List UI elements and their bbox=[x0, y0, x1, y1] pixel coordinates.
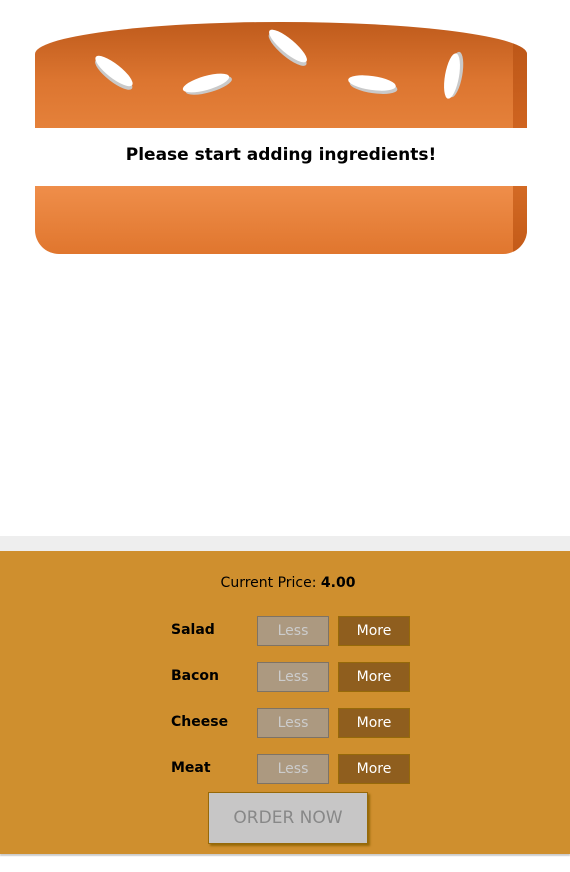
sesame-seed-icon bbox=[347, 72, 397, 94]
current-price-label: Current Price: bbox=[220, 575, 317, 591]
ingredient-label: Salad bbox=[171, 622, 215, 638]
order-now-button[interactable]: ORDER NOW bbox=[208, 792, 368, 844]
sesame-seed-icon bbox=[181, 69, 231, 97]
burger-preview: Please start adding ingredients! bbox=[0, 0, 570, 536]
more-bacon-button[interactable]: More bbox=[338, 662, 410, 692]
bread-top bbox=[35, 22, 527, 128]
ingredient-label: Cheese bbox=[171, 714, 229, 730]
current-price-value: 4.00 bbox=[320, 575, 356, 591]
sesame-seed-icon bbox=[441, 52, 463, 100]
burger-empty-message: Please start adding ingredients! bbox=[125, 145, 437, 165]
build-control-cheese: Cheese Less More bbox=[171, 708, 411, 738]
less-bacon-button[interactable]: Less bbox=[257, 662, 329, 692]
more-salad-button[interactable]: More bbox=[338, 616, 410, 646]
less-cheese-button[interactable]: Less bbox=[257, 708, 329, 738]
sesame-seed-icon bbox=[91, 51, 137, 91]
more-cheese-button[interactable]: More bbox=[338, 708, 410, 738]
build-controls: Current Price: 4.00 Salad Less More Baco… bbox=[0, 551, 570, 854]
section-divider bbox=[0, 536, 570, 551]
build-control-meat: Meat Less More bbox=[171, 754, 411, 784]
build-control-salad: Salad Less More bbox=[171, 616, 411, 646]
less-meat-button[interactable]: Less bbox=[257, 754, 329, 784]
more-meat-button[interactable]: More bbox=[338, 754, 410, 784]
bread-bottom bbox=[35, 186, 527, 254]
sesame-seed-icon bbox=[265, 25, 311, 67]
build-control-bacon: Bacon Less More bbox=[171, 662, 411, 692]
current-price: Current Price: 4.00 bbox=[0, 575, 570, 591]
ingredient-label: Meat bbox=[171, 760, 211, 776]
less-salad-button[interactable]: Less bbox=[257, 616, 329, 646]
ingredient-label: Bacon bbox=[171, 668, 220, 684]
